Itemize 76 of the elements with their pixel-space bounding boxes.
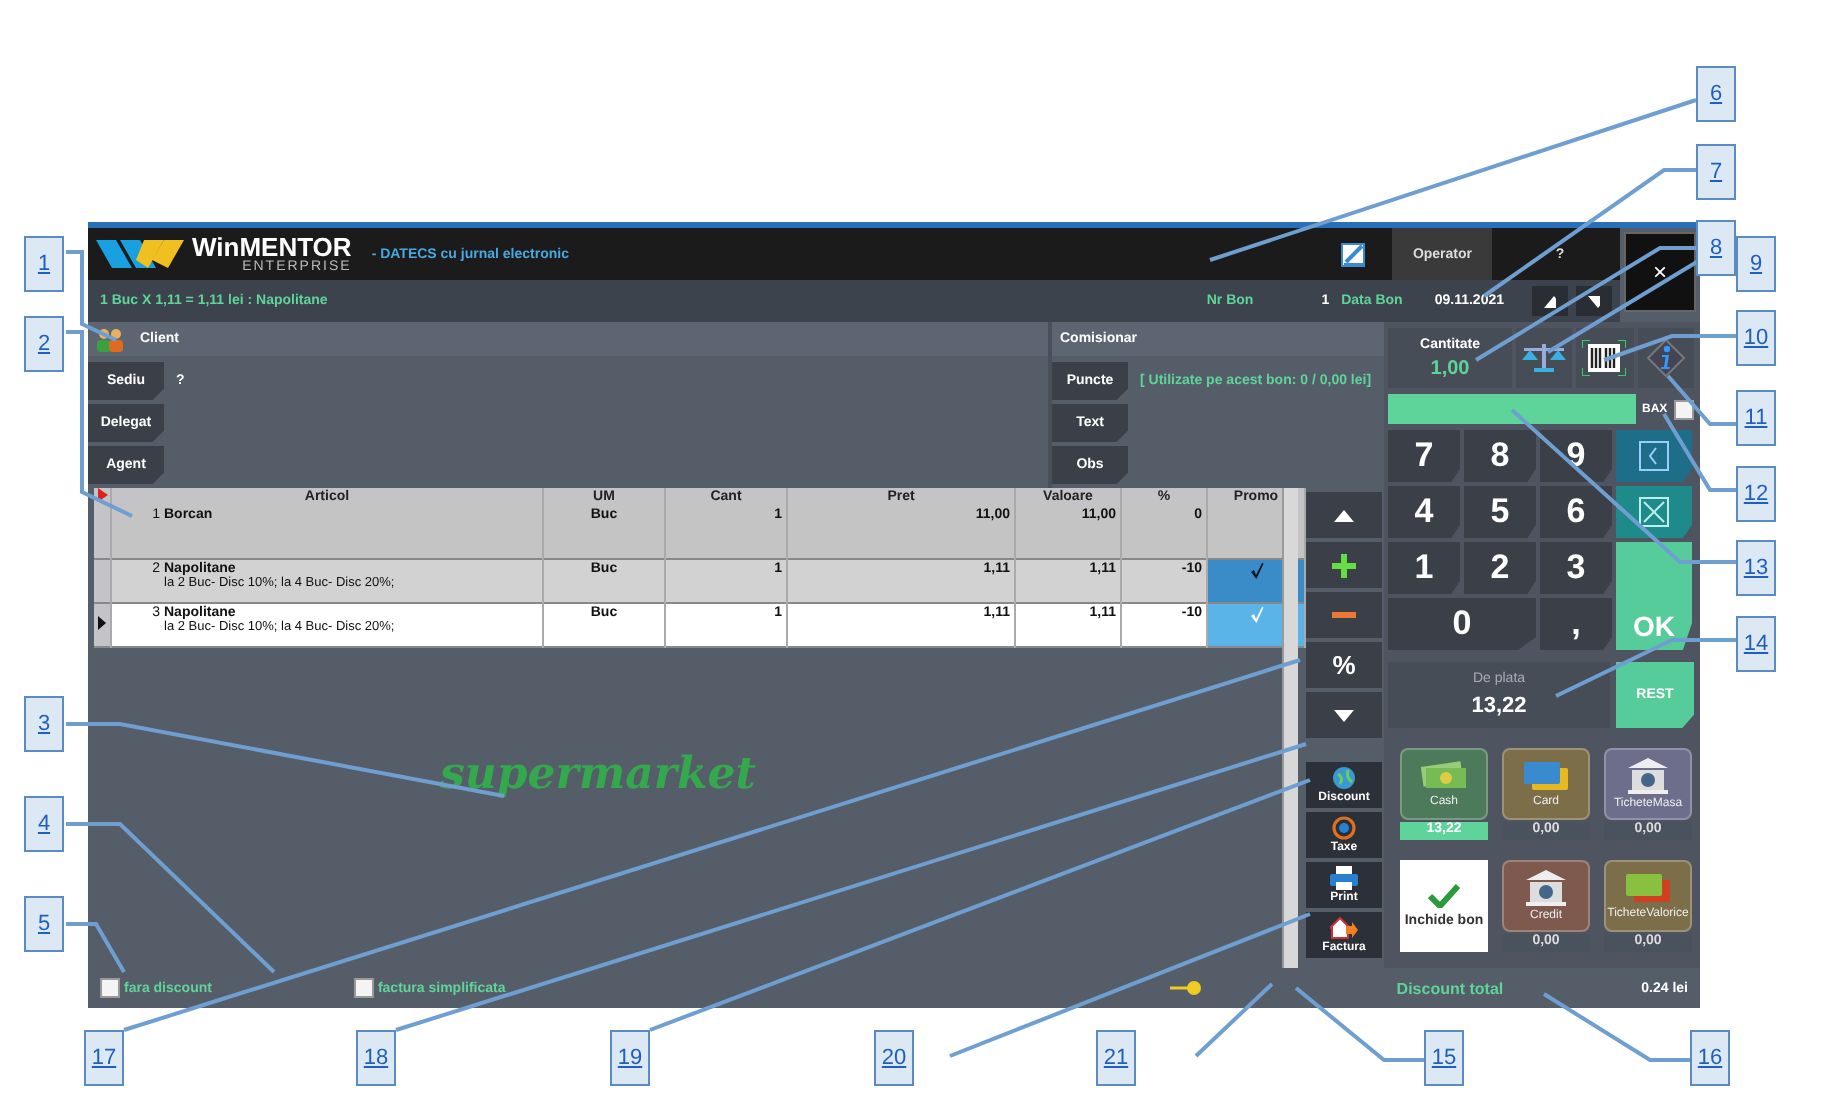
callout-number: 12 (1736, 466, 1776, 522)
callout-number: 15 (1424, 1030, 1464, 1086)
keypad-button[interactable]: 4 (1388, 486, 1460, 538)
scale-button[interactable] (1516, 328, 1573, 388)
callout-number: 1 (24, 236, 64, 292)
checkbox[interactable] (100, 978, 120, 998)
voucher-icon (1624, 872, 1672, 904)
edit-icon[interactable] (1340, 240, 1369, 268)
logo-icon (96, 236, 184, 272)
scroll-down-button[interactable] (1306, 692, 1382, 738)
callout-number: 14 (1736, 616, 1776, 672)
backspace-button[interactable] (1616, 430, 1692, 482)
clear-icon (1638, 496, 1670, 528)
watermark-logo: supermarket (440, 748, 756, 800)
callout-number: 7 (1696, 144, 1736, 200)
keypad-button[interactable]: 3 (1540, 542, 1612, 594)
callout-number: 20 (874, 1030, 914, 1086)
card-icon (1522, 760, 1570, 792)
input-field[interactable] (1388, 394, 1636, 424)
scrollbar[interactable] (1282, 488, 1298, 968)
plus-button[interactable] (1306, 542, 1382, 588)
scale-icon (1520, 342, 1569, 374)
callout-number: 3 (24, 696, 64, 752)
money-icon (1420, 760, 1468, 792)
up-arrow-icon (1334, 509, 1354, 521)
info-button[interactable] (1637, 328, 1694, 388)
keypad-button[interactable]: 2 (1464, 542, 1536, 594)
callout-number: 19 (610, 1030, 650, 1086)
keypad-button[interactable]: 5 (1464, 486, 1536, 538)
info-icon (1645, 338, 1686, 378)
keypad-button[interactable]: 8 (1464, 430, 1536, 482)
callout-number: 5 (24, 896, 64, 952)
keypad-button[interactable]: 7 (1388, 430, 1460, 482)
scroll-up-button[interactable] (1306, 492, 1382, 538)
payment-value: 13,22 (1471, 694, 1527, 718)
bank-icon (1526, 870, 1566, 906)
callout-number: 8 (1696, 220, 1736, 276)
check-icon (1428, 884, 1460, 908)
key-icon (1170, 980, 1203, 996)
callout-number: 6 (1696, 66, 1736, 122)
callout-number: 21 (1096, 1030, 1136, 1086)
logo-title: WinMENTOR (192, 234, 352, 260)
globe-icon (1332, 766, 1356, 790)
callout-number: 9 (1736, 236, 1776, 292)
discount-total-label: Discount total (1396, 979, 1504, 997)
callout-number: 18 (356, 1030, 396, 1086)
marker-icon (97, 488, 107, 502)
house-arrow-icon (1330, 916, 1358, 940)
down-arrow-icon (1334, 709, 1354, 721)
down-arrow-icon (1588, 295, 1600, 307)
barcode-button[interactable] (1576, 328, 1634, 388)
keypad-button[interactable]: % (1306, 642, 1382, 688)
callout-number: 10 (1736, 310, 1776, 366)
checkbox[interactable] (353, 978, 374, 998)
barcode-icon (1582, 340, 1627, 376)
callout-number: 4 (24, 796, 64, 852)
keypad-button[interactable]: 1 (1388, 542, 1460, 594)
bax-checkbox[interactable] (1673, 399, 1694, 419)
coin-icon (1332, 816, 1356, 840)
callout-number: 16 (1690, 1030, 1730, 1086)
up-arrow-icon (1544, 295, 1556, 307)
clear-button[interactable] (1616, 486, 1692, 538)
callout-number: 2 (24, 316, 64, 372)
scroll-up-button[interactable] (1532, 286, 1568, 316)
printer-icon (1330, 866, 1358, 890)
callout-number: 13 (1736, 540, 1776, 596)
keypad-button[interactable]: 0 (1388, 598, 1536, 650)
people-icon (96, 327, 124, 351)
callout-number: 11 (1736, 390, 1776, 446)
callout-number: 17 (84, 1030, 124, 1086)
minus-button[interactable] (1306, 592, 1382, 638)
row-pointer-icon (98, 616, 106, 630)
bank-icon (1628, 758, 1668, 794)
keypad-button[interactable]: 6 (1540, 486, 1612, 538)
keypad-button[interactable]: , (1540, 598, 1612, 650)
quantity-value: 1,00 (1430, 357, 1470, 379)
